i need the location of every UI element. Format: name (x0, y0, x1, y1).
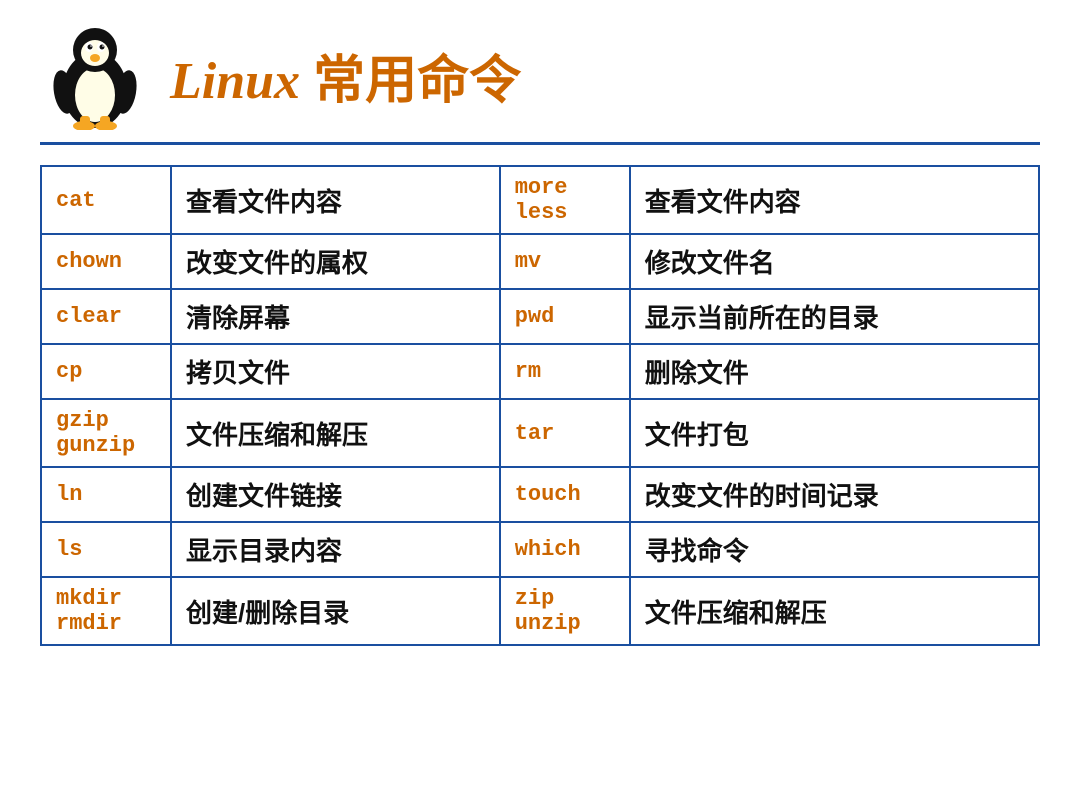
description-cell-left: 拷贝文件 (171, 344, 500, 399)
description-cell-right: 文件打包 (630, 399, 1039, 467)
table-row: clear清除屏幕pwd显示当前所在的目录 (41, 289, 1039, 344)
table-row: gzip gunzip文件压缩和解压tar文件打包 (41, 399, 1039, 467)
command-cell-right: more less (500, 166, 630, 234)
commands-table: cat查看文件内容more less查看文件内容chown改变文件的属权mv修改… (40, 165, 1040, 646)
command-cell-right: zip unzip (500, 577, 630, 645)
description-cell-right: 修改文件名 (630, 234, 1039, 289)
description-cell-right: 文件压缩和解压 (630, 577, 1039, 645)
command-cell-left: ls (41, 522, 171, 577)
description-cell-left: 创建/删除目录 (171, 577, 500, 645)
table-row: chown改变文件的属权mv修改文件名 (41, 234, 1039, 289)
commands-table-container: cat查看文件内容more less查看文件内容chown改变文件的属权mv修改… (40, 165, 1040, 780)
command-cell-right: mv (500, 234, 630, 289)
description-cell-left: 清除屏幕 (171, 289, 500, 344)
command-cell-left: gzip gunzip (41, 399, 171, 467)
description-cell-right: 改变文件的时间记录 (630, 467, 1039, 522)
header: Linux 常用命令 (40, 20, 1040, 145)
command-cell-right: rm (500, 344, 630, 399)
table-row: mkdir rmdir创建/删除目录zip unzip文件压缩和解压 (41, 577, 1039, 645)
page-title: Linux 常用命令 (170, 38, 521, 113)
table-row: ln创建文件链接touch改变文件的时间记录 (41, 467, 1039, 522)
command-cell-left: clear (41, 289, 171, 344)
description-cell-left: 显示目录内容 (171, 522, 500, 577)
table-row: cp拷贝文件rm删除文件 (41, 344, 1039, 399)
table-row: cat查看文件内容more less查看文件内容 (41, 166, 1039, 234)
tux-icon (40, 20, 150, 130)
description-cell-left: 查看文件内容 (171, 166, 500, 234)
table-row: ls显示目录内容which寻找命令 (41, 522, 1039, 577)
command-cell-left: chown (41, 234, 171, 289)
command-cell-left: mkdir rmdir (41, 577, 171, 645)
description-cell-left: 文件压缩和解压 (171, 399, 500, 467)
command-cell-left: cp (41, 344, 171, 399)
description-cell-right: 显示当前所在的目录 (630, 289, 1039, 344)
description-cell-left: 改变文件的属权 (171, 234, 500, 289)
command-cell-right: touch (500, 467, 630, 522)
slide: Linux 常用命令 cat查看文件内容more less查看文件内容chown… (0, 0, 1080, 810)
description-cell-left: 创建文件链接 (171, 467, 500, 522)
command-cell-right: tar (500, 399, 630, 467)
command-cell-right: which (500, 522, 630, 577)
command-cell-left: ln (41, 467, 171, 522)
command-cell-left: cat (41, 166, 171, 234)
description-cell-right: 删除文件 (630, 344, 1039, 399)
description-cell-right: 查看文件内容 (630, 166, 1039, 234)
description-cell-right: 寻找命令 (630, 522, 1039, 577)
command-cell-right: pwd (500, 289, 630, 344)
